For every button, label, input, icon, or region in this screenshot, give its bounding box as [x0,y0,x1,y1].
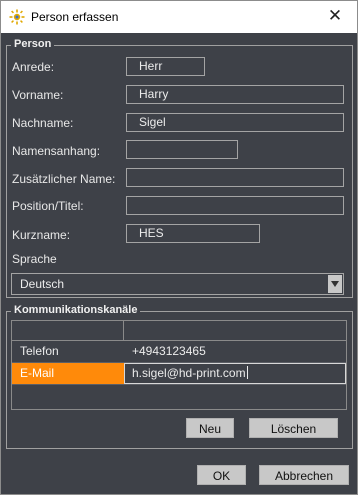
title-bar[interactable]: Person erfassen ✕ [0,0,358,33]
namensanhang-label: Namensanhang: [12,144,101,158]
vorname-label: Vorname: [12,88,64,102]
table-row[interactable]: Telefon +4943123465 [12,341,346,363]
text-caret [246,366,248,379]
nachname-label: Nachname: [12,116,74,130]
sprache-select[interactable]: Deutsch [11,273,344,295]
row-value-cell[interactable]: +4943123465 [124,341,346,362]
zusatzname-field[interactable] [126,168,344,187]
sprache-value: Deutsch [20,277,65,291]
chevron-down-icon[interactable] [328,275,342,293]
sprache-label: Sprache [12,252,57,266]
kurzname-field[interactable]: HES [126,224,260,243]
person-group-legend: Person [11,38,55,50]
nachname-field[interactable]: Sigel [126,113,344,132]
position-label: Position/Titel: [12,199,84,213]
anrede-field[interactable]: Herr [126,57,205,76]
position-field[interactable] [126,196,344,215]
column-divider [123,321,124,341]
zusatzname-label: Zusätzlicher Name: [12,172,116,186]
row-type-cell: E-Mail [12,363,124,384]
kurzname-label: Kurzname: [12,228,71,242]
row-value-editor[interactable]: h.sigel@hd-print.com [124,363,346,384]
window-title: Person erfassen [31,10,119,24]
abbrechen-button[interactable]: Abbrechen [259,465,349,485]
row-type-cell: Telefon [20,344,59,358]
dialog-body: Person Anrede: Herr Vorname: Harry Nachn… [0,33,358,495]
kommunikation-table[interactable]: Telefon +4943123465 E-Mail h.sigel@hd-pr… [11,320,347,410]
namensanhang-field[interactable] [126,140,238,159]
table-header [12,321,346,341]
close-button[interactable]: ✕ [313,1,357,33]
ok-button[interactable]: OK [197,465,246,485]
table-row-selected[interactable]: E-Mail h.sigel@hd-print.com [12,363,346,385]
close-icon: ✕ [327,6,343,26]
kommunikation-group-legend: Kommunikationskanäle [11,304,141,316]
loeschen-button[interactable]: Löschen [249,418,338,438]
anrede-label: Anrede: [12,60,55,74]
neu-button[interactable]: Neu [186,418,234,438]
sun-gear-icon [9,9,25,25]
vorname-field[interactable]: Harry [126,85,344,104]
row-value-text: h.sigel@hd-print.com [132,366,246,380]
